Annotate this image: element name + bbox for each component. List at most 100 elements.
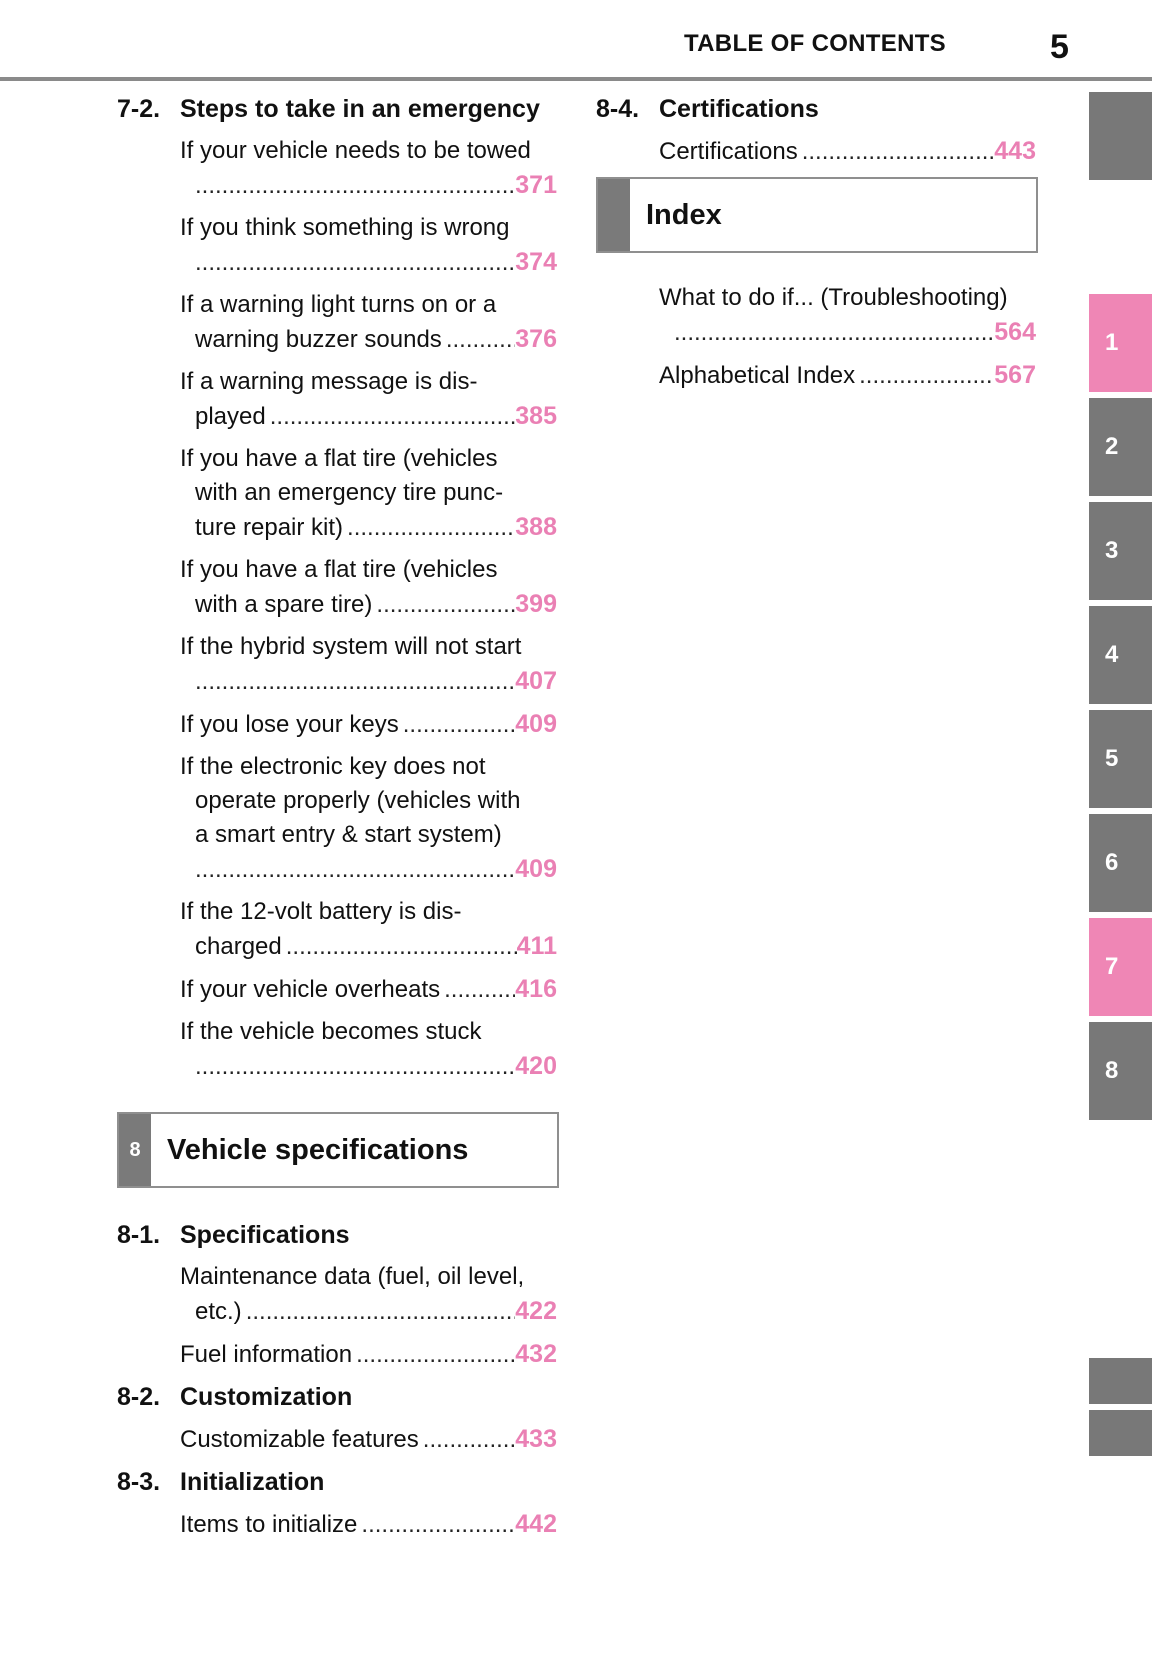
page-link[interactable]: 409 <box>515 852 557 886</box>
entries-8-2: Customizable features 433 <box>117 1422 557 1457</box>
chapter-tab-1[interactable]: 1 <box>1089 294 1152 392</box>
toc-entry[interactable]: If you have a flat tire (vehicles with an… <box>180 442 557 545</box>
entry-leader-line: Customizable features 433 <box>180 1422 557 1457</box>
section-heading-8-1: 8-1. Specifications <box>117 1218 557 1252</box>
toc-entry[interactable]: If you lose your keys 409 <box>180 707 557 742</box>
chapter-tab-3[interactable]: 3 <box>1089 502 1152 600</box>
chapter-tab-5[interactable]: 5 <box>1089 710 1152 808</box>
entry-text: If the hybrid system will not start <box>180 633 522 660</box>
section-number: 8-3. <box>117 1468 161 1496</box>
page-link[interactable]: 443 <box>994 134 1036 168</box>
entry-leader-line: Fuel information 432 <box>180 1337 557 1372</box>
toc-entry[interactable]: If the vehicle becomes stuck 420 <box>180 1015 557 1084</box>
dot-leader <box>859 359 994 393</box>
entry-text: Items to initialize <box>180 1511 358 1538</box>
section-title: Certifications <box>659 95 819 123</box>
entry-text: If the vehicle becomes stuck <box>180 1018 482 1045</box>
entry-text: If a warning message is dis- <box>180 368 478 395</box>
toc-entry[interactable]: Alphabetical Index 567 <box>659 358 1036 393</box>
page-link[interactable]: 433 <box>515 1422 557 1456</box>
entry-leader-line: Alphabetical Index 567 <box>659 358 1036 393</box>
entry-text: Certifications <box>659 138 798 165</box>
section-heading-8-4: 8-4. Certifications <box>596 92 1036 126</box>
toc-entry[interactable]: If a warning message is dis-played 385 <box>180 365 557 434</box>
dot-leader <box>361 1508 515 1542</box>
dot-leader <box>802 135 995 169</box>
entry-text: If you have a flat tire (vehicles <box>180 445 498 472</box>
page-link[interactable]: 409 <box>515 707 557 741</box>
entry-leader-line: If you lose your keys 409 <box>180 707 557 742</box>
toc-entry[interactable]: If the hybrid system will not start 407 <box>180 630 557 699</box>
dot-leader <box>444 973 515 1007</box>
page-link[interactable]: 374 <box>515 245 557 279</box>
section-number: 8-4. <box>596 95 640 123</box>
page-link[interactable]: 422 <box>515 1294 557 1328</box>
entry-text: ture repair kit) <box>195 514 344 541</box>
entry-text: played <box>195 403 266 430</box>
toc-entry[interactable]: If you think something is wrong374 <box>180 211 557 280</box>
page-link[interactable]: 416 <box>515 972 557 1006</box>
chapter-title: Vehicle specifications <box>167 1133 469 1166</box>
toc-entry[interactable]: If your vehicle needs to be towed 371 <box>180 134 557 203</box>
page-link[interactable]: 420 <box>515 1049 557 1083</box>
toc-entry[interactable]: Items to initialize 442 <box>180 1507 557 1542</box>
chapter-tab-7[interactable]: 7 <box>1089 918 1152 1016</box>
toc-entry[interactable]: Certifications 443 <box>659 134 1036 169</box>
entry-text: operate properly (vehicles with <box>195 787 521 814</box>
toc-entry[interactable]: If the 12-volt battery is dis-charged 411 <box>180 895 557 964</box>
index-entries: What to do if... (Troubleshooting) 564 Alp… <box>596 281 1036 393</box>
section-title: Steps to take in an emergency <box>180 95 540 123</box>
index-heading: Index <box>596 177 1038 253</box>
entry-leader-line: 409 <box>180 852 557 887</box>
page-link[interactable]: 385 <box>515 399 557 433</box>
chapter-tab-8[interactable]: 8 <box>1089 1022 1152 1120</box>
toc-entry[interactable]: If your vehicle overheats 416 <box>180 972 557 1007</box>
section-title: Customization <box>180 1383 353 1411</box>
entries-8-4: Certifications 443 <box>596 134 1036 169</box>
section-title: Specifications <box>180 1221 350 1249</box>
dot-leader <box>423 1423 516 1457</box>
page-link[interactable]: 388 <box>515 510 557 544</box>
chapter-tab-2[interactable]: 2 <box>1089 398 1152 496</box>
page-link[interactable]: 376 <box>515 322 557 356</box>
dot-leader <box>446 323 515 357</box>
entry-text: If your vehicle needs to be towed <box>180 137 531 164</box>
page-link[interactable]: 442 <box>515 1507 557 1541</box>
dot-leader <box>674 316 994 350</box>
page-link[interactable]: 432 <box>515 1337 557 1371</box>
toc-entry[interactable]: If a warning light turns on or a warning … <box>180 288 557 357</box>
entry-text: Alphabetical Index <box>659 362 856 389</box>
right-column: 8-4. Certifications Certifications 443 In… <box>596 92 1038 401</box>
toc-entry[interactable]: Customizable features 433 <box>180 1422 557 1457</box>
entries-7-2: If your vehicle needs to be towed371If y… <box>117 134 557 1084</box>
toc-entry[interactable]: Maintenance data (fuel, oil level, etc.) 4… <box>180 1260 557 1329</box>
entry-text: warning buzzer sounds <box>195 326 442 353</box>
toc-entry[interactable]: If the electronic key does not operate pr… <box>180 750 557 887</box>
chapter-tab-6[interactable]: 6 <box>1089 814 1152 912</box>
toc-entry[interactable]: What to do if... (Troubleshooting) 564 <box>659 281 1036 350</box>
chapter-tab-4[interactable]: 4 <box>1089 606 1152 704</box>
dot-leader <box>286 930 517 964</box>
chapter-tab-blank[interactable] <box>1089 1358 1152 1404</box>
page-link[interactable]: 411 <box>517 929 557 963</box>
header-title: TABLE OF CONTENTS <box>684 30 946 57</box>
dot-leader <box>270 400 516 434</box>
entry-leader-line: 407 <box>180 664 557 699</box>
page-link[interactable]: 567 <box>994 358 1036 392</box>
page-link[interactable]: 399 <box>515 587 557 621</box>
entry-leader-line: warning buzzer sounds 376 <box>180 322 557 357</box>
toc-entry[interactable]: Fuel information 432 <box>180 1337 557 1372</box>
page-link[interactable]: 564 <box>994 315 1036 349</box>
page-link[interactable]: 371 <box>515 168 557 202</box>
dot-leader <box>403 708 516 742</box>
chapter-tab-blank[interactable] <box>1089 1410 1152 1456</box>
entry-text: a smart entry & start system) <box>195 821 502 848</box>
header-divider <box>0 77 1152 81</box>
entry-leader-line: ture repair kit) 388 <box>180 510 557 545</box>
page-link[interactable]: 407 <box>515 664 557 698</box>
chapter-tab-blank[interactable] <box>1089 92 1152 180</box>
toc-entry[interactable]: If you have a flat tire (vehicles with a … <box>180 553 557 622</box>
entry-leader-line: etc.) 422 <box>180 1294 557 1329</box>
entry-leader-line: Items to initialize 442 <box>180 1507 557 1542</box>
entry-leader-line: with a spare tire) 399 <box>180 587 557 622</box>
